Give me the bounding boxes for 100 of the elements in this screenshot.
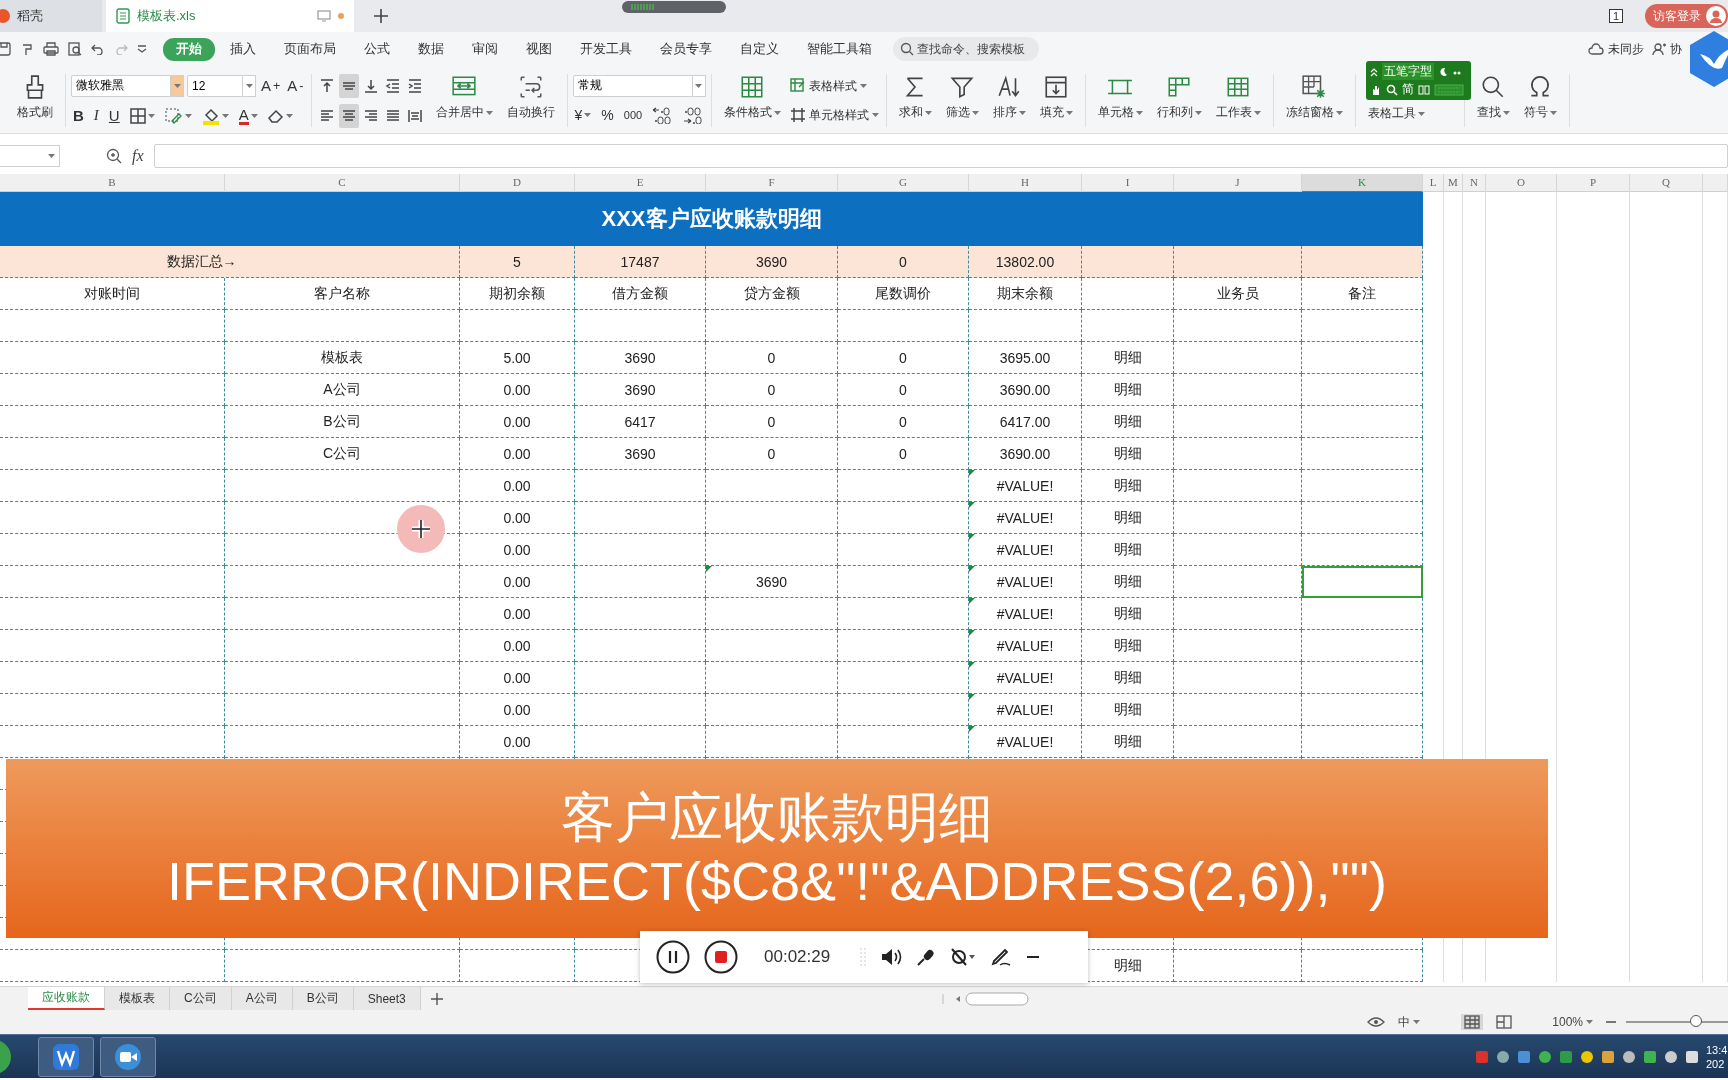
pause-button[interactable] bbox=[656, 940, 690, 974]
eye-icon[interactable] bbox=[1367, 1016, 1386, 1028]
search-field[interactable]: 查找命令、搜索模板 bbox=[893, 37, 1039, 61]
input-method-name[interactable]: 五笔字型 bbox=[1382, 63, 1434, 80]
document-tab[interactable]: 稻壳 bbox=[0, 0, 102, 32]
ribbon-button[interactable]: 合并居中 bbox=[428, 68, 500, 128]
undo-icon[interactable] bbox=[91, 43, 105, 55]
ribbon-button[interactable]: 筛选 bbox=[938, 68, 986, 128]
selected-cell[interactable] bbox=[1302, 566, 1423, 598]
style-button[interactable]: 表格样式 bbox=[787, 75, 881, 97]
moon-icon[interactable] bbox=[1438, 66, 1448, 77]
input-mode-button[interactable]: 中 bbox=[1395, 1012, 1424, 1032]
number-format-button[interactable]: ¥ bbox=[572, 102, 594, 127]
column-header[interactable]: M bbox=[1444, 174, 1463, 193]
character-set-toggle[interactable]: 简 bbox=[1402, 81, 1414, 98]
taskbar-app[interactable] bbox=[38, 1036, 94, 1077]
window-count[interactable]: 1 bbox=[1608, 9, 1623, 23]
menu-tab[interactable]: 页面布局 bbox=[271, 37, 349, 61]
ribbon-button[interactable]: 条件格式 bbox=[716, 68, 788, 128]
tray-icon[interactable] bbox=[1601, 1049, 1615, 1064]
formula-input[interactable] bbox=[153, 144, 1728, 168]
text-style-button[interactable]: I bbox=[91, 103, 101, 128]
column-header[interactable]: O bbox=[1486, 174, 1557, 193]
ribbon-button[interactable]: 符号 bbox=[1516, 68, 1564, 128]
sheet-tab[interactable]: A公司 bbox=[231, 987, 293, 1010]
sheet-tab[interactable]: 应收账款 bbox=[28, 987, 105, 1010]
menu-tab[interactable]: 开发工具 bbox=[567, 37, 645, 61]
menu-tab[interactable]: 数据 bbox=[405, 37, 457, 61]
menu-tab[interactable]: 公式 bbox=[351, 37, 403, 61]
save-icon[interactable] bbox=[0, 42, 11, 56]
tray-icon[interactable] bbox=[1538, 1049, 1552, 1064]
ribbon-button[interactable]: 冻结窗格 bbox=[1278, 68, 1350, 128]
column-header[interactable]: N bbox=[1463, 174, 1486, 193]
sheet-tab[interactable]: B公司 bbox=[292, 987, 354, 1010]
zoom-level-button[interactable]: 100% bbox=[1549, 1014, 1596, 1030]
align-button[interactable] bbox=[338, 103, 359, 128]
collapse-icon[interactable] bbox=[1370, 66, 1378, 77]
format-icon[interactable] bbox=[20, 42, 34, 56]
style-button[interactable]: 单元格样式 bbox=[787, 104, 881, 126]
column-header[interactable]: L bbox=[1423, 174, 1444, 193]
normal-view-button[interactable] bbox=[1461, 1014, 1484, 1030]
tray-icon[interactable] bbox=[1664, 1049, 1678, 1064]
speaker-icon[interactable] bbox=[880, 947, 903, 967]
zoom-icon[interactable] bbox=[106, 148, 122, 164]
menu-tab[interactable]: 插入 bbox=[217, 37, 269, 61]
number-format-button[interactable]: 000 bbox=[621, 102, 645, 127]
align-button[interactable] bbox=[338, 73, 359, 98]
menu-tab[interactable]: 审阅 bbox=[459, 37, 511, 61]
tray-icon[interactable] bbox=[1580, 1049, 1594, 1064]
ribbon-button[interactable]: 工作表 bbox=[1208, 68, 1268, 128]
ribbon-button[interactable]: 行和列 bbox=[1149, 68, 1209, 128]
column-header[interactable]: Q bbox=[1630, 174, 1703, 193]
sheet-tab[interactable]: 模板表 bbox=[105, 987, 170, 1010]
start-icon[interactable] bbox=[0, 1038, 12, 1075]
hand-icon[interactable] bbox=[1370, 83, 1382, 96]
column-header[interactable]: P bbox=[1557, 174, 1630, 193]
sheet-tab[interactable]: Sheet3 bbox=[353, 987, 421, 1010]
search-icon[interactable] bbox=[1386, 83, 1398, 96]
tray-icon[interactable] bbox=[1496, 1049, 1510, 1064]
horizontal-scrollbar[interactable] bbox=[941, 991, 1032, 1006]
font-size-field[interactable]: 12 bbox=[187, 74, 243, 97]
text-style-button[interactable]: U bbox=[106, 103, 122, 128]
sheet-tab[interactable]: C公司 bbox=[170, 987, 232, 1010]
sync-button[interactable]: 未同步 bbox=[1584, 40, 1648, 58]
ribbon-button[interactable]: 查找 bbox=[1469, 68, 1517, 128]
font-color-button[interactable]: A bbox=[236, 103, 260, 128]
pen-icon[interactable] bbox=[990, 947, 1013, 967]
camera-off-icon[interactable] bbox=[950, 947, 977, 967]
menu-tab[interactable]: 视图 bbox=[513, 37, 565, 61]
menu-tab[interactable]: 智能工具箱 bbox=[794, 37, 885, 61]
tray-icon[interactable] bbox=[1685, 1049, 1699, 1064]
ribbon-button[interactable]: 填充 bbox=[1032, 68, 1080, 128]
stop-button[interactable] bbox=[704, 940, 738, 974]
tray-icon[interactable] bbox=[1643, 1049, 1657, 1064]
number-format-button[interactable]: % bbox=[599, 102, 616, 127]
zoom-slider-thumb[interactable] bbox=[1689, 1015, 1702, 1027]
ribbon-button[interactable]: 求和 bbox=[891, 68, 939, 128]
tray-icon[interactable] bbox=[1517, 1049, 1531, 1064]
customize-caret-icon[interactable] bbox=[137, 45, 147, 53]
dropdown-button[interactable] bbox=[171, 74, 184, 97]
ribbon-button[interactable]: 排序 bbox=[985, 68, 1033, 128]
ribbon-button[interactable]: 自动换行 bbox=[499, 68, 562, 128]
ribbon-button[interactable]: 表格工具 bbox=[1360, 105, 1432, 122]
function-label[interactable]: fx bbox=[132, 147, 144, 165]
menu-tab[interactable]: 会员专享 bbox=[647, 37, 725, 61]
microphone-icon[interactable] bbox=[916, 947, 937, 967]
print-icon[interactable] bbox=[43, 42, 59, 56]
ribbon-button[interactable]: 格式刷 bbox=[10, 68, 60, 128]
print-preview-icon[interactable] bbox=[68, 42, 82, 56]
menu-tab[interactable]: 自定义 bbox=[727, 37, 792, 61]
login-button[interactable]: 访客登录 bbox=[1645, 4, 1728, 28]
text-style-button[interactable]: B bbox=[71, 103, 86, 128]
number-format-field[interactable]: 常规 bbox=[572, 74, 693, 97]
width-toggle-icon[interactable] bbox=[1418, 83, 1430, 96]
dropdown-button[interactable] bbox=[243, 74, 256, 97]
tray-icon[interactable] bbox=[1622, 1049, 1636, 1064]
add-sheet-icon[interactable] bbox=[430, 992, 443, 1005]
ribbon-button[interactable]: 单元格 bbox=[1090, 68, 1150, 128]
document-tab[interactable]: 模板表.xls bbox=[106, 0, 354, 32]
font-name-field[interactable]: 微软雅黑 bbox=[71, 74, 171, 97]
